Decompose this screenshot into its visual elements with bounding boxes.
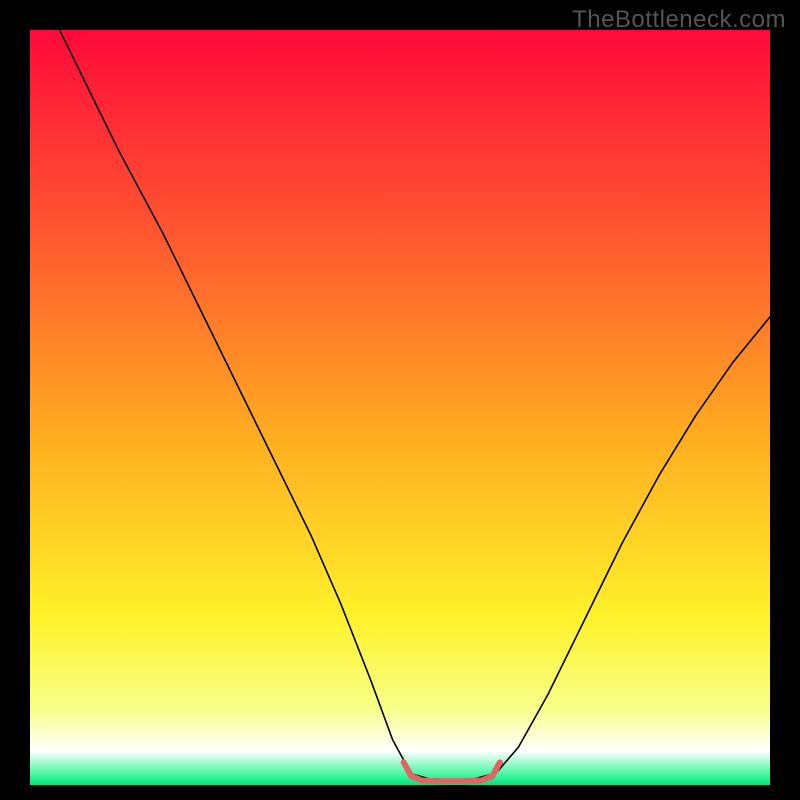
bottleneck-chart bbox=[0, 0, 800, 800]
gradient-background bbox=[30, 30, 770, 785]
chart-frame: TheBottleneck.com bbox=[0, 0, 800, 800]
